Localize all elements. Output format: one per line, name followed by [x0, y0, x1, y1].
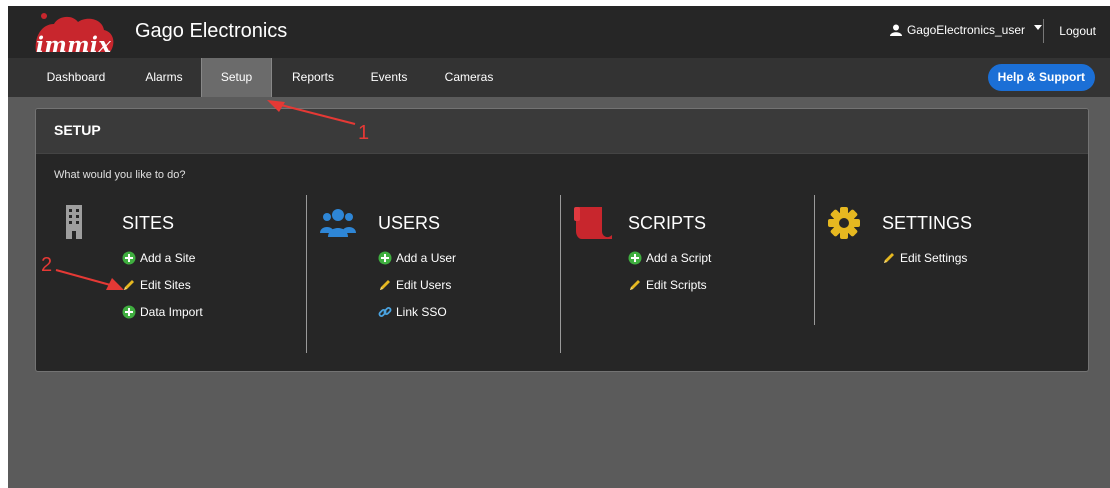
nav-setup[interactable]: Setup — [201, 58, 272, 97]
link-label: Data Import — [140, 305, 203, 319]
link-label: Edit Scripts — [646, 278, 707, 292]
user-icon — [889, 24, 902, 36]
annotation-2: 2 — [41, 254, 53, 276]
link-label: Edit Settings — [900, 251, 968, 265]
company-name: Gago Electronics — [135, 20, 288, 42]
users-icon — [320, 209, 356, 237]
nav-alarms[interactable]: Alarms — [134, 58, 194, 97]
nav-cameras[interactable]: Cameras — [433, 58, 505, 97]
scripts-column: SCRIPTS Add a Script Edit Scripts — [572, 195, 822, 355]
building-icon — [66, 205, 82, 239]
top-bar: immix Gago Electronics GagoElectronics_u… — [8, 6, 1110, 58]
sites-title: SITES — [122, 213, 175, 233]
column-divider — [560, 195, 561, 353]
users-title: USERS — [378, 213, 441, 233]
panel-header — [36, 109, 1088, 154]
pencil-icon — [380, 280, 390, 290]
users-column: USERS Add a User Edit Users Link SSO — [318, 195, 568, 355]
chevron-down-icon — [1034, 24, 1042, 30]
main-nav: Dashboard Alarms Setup Reports Events Ca… — [8, 58, 1110, 97]
plus-circle-icon — [628, 251, 642, 265]
settings-title: SETTINGS — [882, 213, 973, 233]
add-user-link[interactable]: Add a User — [378, 251, 456, 265]
link-label: Add a User — [396, 251, 457, 265]
nav-dashboard[interactable]: Dashboard — [28, 58, 124, 97]
plus-circle-icon — [122, 305, 136, 319]
pencil-icon — [884, 253, 894, 263]
panel-prompt: What would you like to do? — [54, 169, 186, 181]
link-icon — [378, 307, 392, 317]
data-import-link[interactable]: Data Import — [122, 305, 203, 319]
help-support-button[interactable]: Help & Support — [987, 64, 1095, 91]
link-label: Add a Script — [646, 251, 712, 265]
user-menu[interactable]: GagoElectronics_user — [889, 23, 1042, 37]
nav-events[interactable]: Events — [358, 58, 420, 97]
logout-link[interactable]: Logout — [1059, 24, 1096, 38]
annotation-arrow-icon — [267, 100, 356, 125]
column-divider — [306, 195, 307, 353]
scripts-title: SCRIPTS — [628, 213, 707, 233]
link-label: Link SSO — [396, 305, 447, 319]
link-label: Add a Site — [140, 251, 196, 265]
plus-circle-icon — [378, 251, 392, 265]
setup-panel: SETUP What would you like to do? SITES A… — [35, 108, 1089, 372]
annotation-arrow-icon — [55, 269, 124, 290]
logo-text: immix — [36, 32, 112, 57]
pencil-icon — [630, 280, 640, 290]
add-site-link[interactable]: Add a Site — [122, 251, 195, 265]
username: GagoElectronics_user — [906, 23, 1025, 37]
plus-circle-icon — [122, 251, 136, 265]
edit-users-link[interactable]: Edit Users — [378, 278, 451, 292]
panel-title: SETUP — [54, 122, 101, 138]
edit-scripts-link[interactable]: Edit Scripts — [628, 278, 707, 292]
link-label: Edit Sites — [140, 278, 191, 292]
scroll-icon — [574, 207, 612, 239]
settings-column: SETTINGS Edit Settings — [826, 195, 1076, 355]
edit-sites-link[interactable]: Edit Sites — [122, 278, 191, 292]
gear-icon — [828, 207, 860, 239]
column-divider — [814, 195, 815, 325]
divider — [1043, 19, 1044, 43]
link-sso-link[interactable]: Link SSO — [378, 305, 447, 319]
app-frame: immix Gago Electronics GagoElectronics_u… — [8, 6, 1110, 488]
nav-reports[interactable]: Reports — [282, 58, 344, 97]
add-script-link[interactable]: Add a Script — [628, 251, 711, 265]
link-label: Edit Users — [396, 278, 452, 292]
edit-settings-link[interactable]: Edit Settings — [882, 251, 967, 265]
